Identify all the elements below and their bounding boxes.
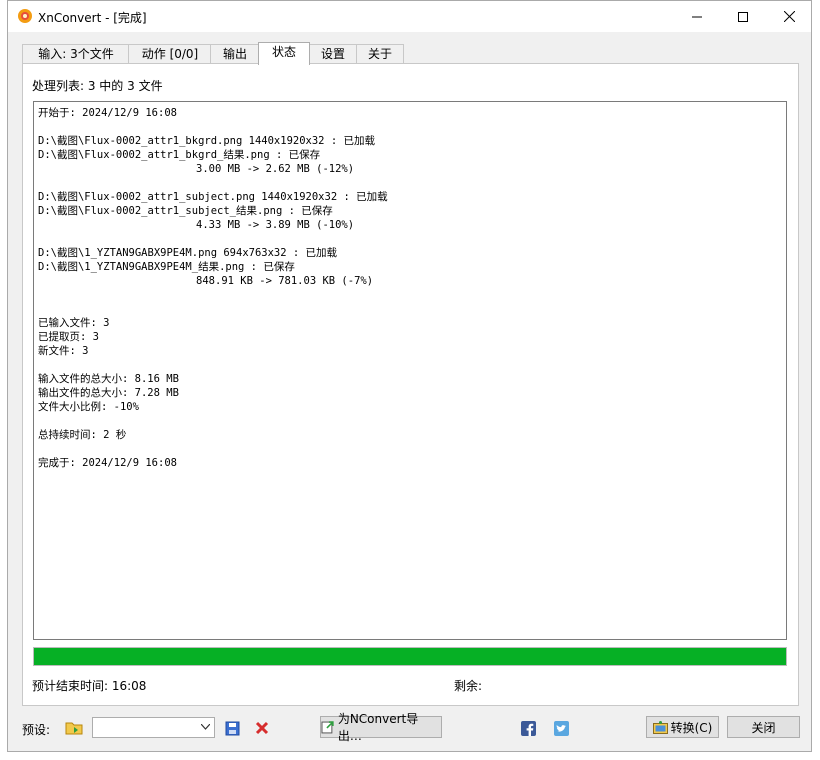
progress-bar bbox=[33, 647, 787, 666]
tab-about[interactable]: 关于 bbox=[356, 44, 404, 64]
xnconvert-logo-icon bbox=[18, 9, 32, 23]
log-line: D:\截图\1_YZTAN9GABX9PE4M.png 694x763x32 :… bbox=[38, 247, 338, 259]
log-line: 已提取页: 3 bbox=[38, 331, 99, 343]
log-line: D:\截图\Flux-0002_attr1_bkgrd_结果.png : 已保存 bbox=[38, 149, 321, 161]
twitter-icon bbox=[553, 720, 569, 736]
export-nconvert-label: 为NConvert导出… bbox=[337, 712, 419, 743]
log-line: 3.00 MB -> 2.62 MB (-12%) bbox=[38, 163, 355, 175]
log-line: 848.91 KB -> 781.03 KB (-7%) bbox=[38, 275, 374, 287]
status-log[interactable]: 开始于: 2024/12/9 16:08 D:\截图\Flux-0002_att… bbox=[33, 101, 787, 640]
log-line: 完成于: 2024/12/9 16:08 bbox=[38, 457, 177, 469]
twitter-button[interactable] bbox=[550, 717, 572, 739]
tab-input[interactable]: 输入: 3个文件 bbox=[22, 44, 130, 64]
minimize-icon bbox=[692, 16, 702, 17]
log-line: 开始于: 2024/12/9 16:08 bbox=[38, 107, 177, 119]
log-line: D:\截图\Flux-0002_attr1_bkgrd.png 1440x192… bbox=[38, 135, 375, 147]
log-line: 4.33 MB -> 3.89 MB (-10%) bbox=[38, 219, 355, 231]
maximize-icon bbox=[738, 11, 748, 22]
delete-icon bbox=[255, 721, 269, 735]
tab-actions[interactable]: 动作 [0/0] bbox=[128, 44, 212, 64]
log-line: 已输入文件: 3 bbox=[38, 317, 110, 329]
close-icon bbox=[783, 11, 795, 22]
progress-fill bbox=[34, 648, 786, 665]
tab-settings[interactable]: 设置 bbox=[308, 44, 358, 64]
eta-label: 预计结束时间: 16:08 bbox=[32, 679, 147, 693]
convert-button[interactable]: 转换(C) bbox=[646, 716, 719, 738]
log-line: 输入文件的总大小: 8.16 MB bbox=[38, 373, 179, 385]
tab-status[interactable]: 状态 bbox=[258, 42, 310, 65]
folder-open-icon bbox=[65, 722, 83, 735]
facebook-button[interactable] bbox=[517, 717, 539, 739]
export-nconvert-button[interactable]: 为NConvert导出… bbox=[320, 712, 442, 743]
minimize-button[interactable] bbox=[674, 1, 720, 32]
bottom-bar: 预设: 为NConvert导出… 转换(C) 关闭 bbox=[8, 712, 811, 743]
convert-label: 转换(C) bbox=[670, 720, 713, 735]
processing-count-label: 处理列表: 3 中的 3 文件 bbox=[32, 79, 163, 93]
tab-output[interactable]: 输出 bbox=[210, 44, 260, 64]
log-line: D:\截图\Flux-0002_attr1_subject_结果.png : 已… bbox=[38, 205, 333, 217]
save-icon bbox=[225, 721, 239, 735]
preset-label: 预设: bbox=[22, 723, 51, 737]
log-line: 总持续时间: 2 秒 bbox=[38, 429, 127, 441]
title-bar: XnConvert - [完成] bbox=[8, 1, 811, 32]
remaining-label: 剩余: bbox=[454, 679, 483, 693]
facebook-icon bbox=[520, 720, 536, 736]
save-preset-button[interactable] bbox=[221, 717, 243, 739]
delete-preset-button[interactable] bbox=[251, 717, 273, 739]
close-window-button[interactable] bbox=[766, 1, 812, 32]
convert-icon bbox=[652, 720, 668, 734]
log-line: 输出文件的总大小: 7.28 MB bbox=[38, 387, 179, 399]
app-window: XnConvert - [完成] 输入: 3个文件 动作 [0/0] 输出 状态… bbox=[7, 0, 812, 752]
maximize-button[interactable] bbox=[720, 1, 766, 32]
log-line: 新文件: 3 bbox=[38, 345, 89, 357]
preset-select[interactable] bbox=[92, 717, 215, 738]
open-preset-button[interactable] bbox=[63, 717, 85, 739]
export-icon bbox=[321, 721, 334, 734]
log-line: 文件大小比例: -10% bbox=[38, 401, 139, 413]
log-line: D:\截图\1_YZTAN9GABX9PE4M_结果.png : 已保存 bbox=[38, 261, 295, 273]
close-button[interactable]: 关闭 bbox=[727, 716, 800, 738]
window-title: XnConvert - [完成] bbox=[38, 11, 147, 25]
log-line: D:\截图\Flux-0002_attr1_subject.png 1440x1… bbox=[38, 191, 388, 203]
chevron-down-icon bbox=[201, 724, 210, 730]
